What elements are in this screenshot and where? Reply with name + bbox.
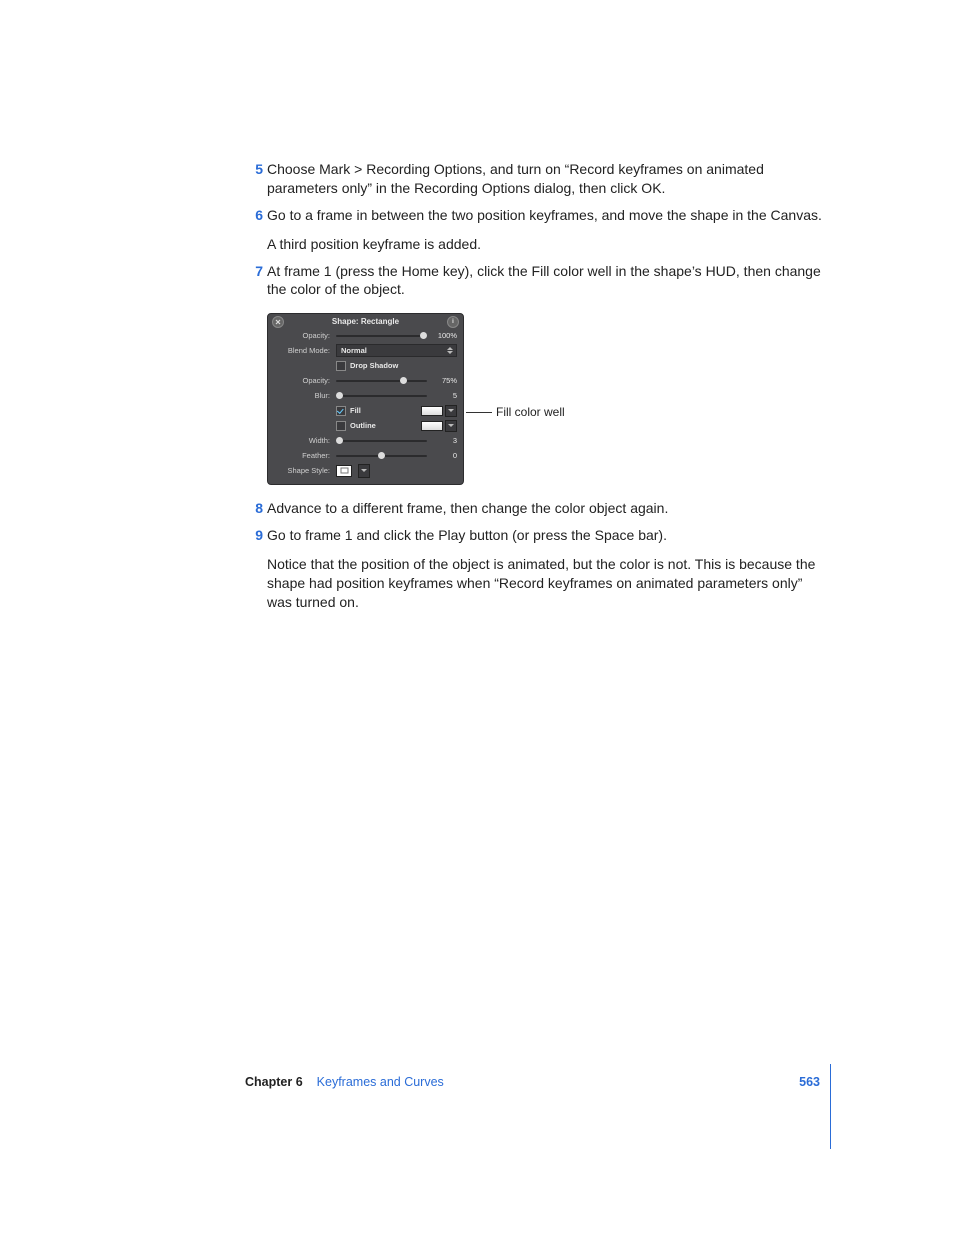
hud-panel: Shape: Rectangle i Opacity: 100% Blend M… [267, 313, 464, 485]
footer-page-number: 563 [799, 1075, 832, 1089]
opacity-value: 100% [431, 331, 457, 340]
footer-chapter: Chapter 6 [245, 1075, 303, 1089]
close-icon[interactable] [272, 316, 284, 328]
chevron-updown-icon [446, 345, 454, 356]
document-page: 5 Choose Mark > Recording Options, and t… [0, 0, 954, 1235]
label-blur: Blur: [274, 391, 336, 400]
feather-value: 0 [431, 451, 457, 460]
footer-title: Keyframes and Curves [317, 1075, 444, 1089]
step-text: Advance to a different frame, then chang… [267, 500, 668, 516]
row-opacity: Opacity: 100% [268, 328, 463, 343]
row-blend-mode: Blend Mode: Normal [268, 343, 463, 358]
info-icon[interactable]: i [447, 316, 459, 328]
shape-style-swatch[interactable] [336, 465, 352, 477]
step-text: Choose Mark > Recording Options, and tur… [267, 161, 764, 196]
width-value: 3 [431, 436, 457, 445]
step-number: 7 [245, 262, 263, 281]
step-item: 6 Go to a frame in between the two posit… [245, 206, 824, 254]
label-opacity: Opacity: [274, 331, 336, 340]
blend-mode-value: Normal [341, 346, 367, 355]
label-shape-style: Shape Style: [274, 466, 336, 475]
page-footer: Chapter 6 Keyframes and Curves 563 [0, 1075, 954, 1089]
row-fill: Fill [268, 403, 463, 418]
step-number: 5 [245, 160, 263, 179]
callout-text: Fill color well [496, 405, 565, 419]
outline-color-menu[interactable] [445, 420, 457, 432]
row-opacity-2: Opacity: 75% [268, 373, 463, 388]
step-item: 8 Advance to a different frame, then cha… [245, 499, 824, 518]
blur-value: 5 [431, 391, 457, 400]
label-opacity-2: Opacity: [274, 376, 336, 385]
shape-style-menu[interactable] [358, 464, 370, 478]
opacity2-slider[interactable] [336, 380, 427, 382]
label-feather: Feather: [274, 451, 336, 460]
step-item: 5 Choose Mark > Recording Options, and t… [245, 160, 824, 198]
step-subtext: Notice that the position of the object i… [267, 555, 824, 612]
fill-label: Fill [350, 406, 361, 415]
hud-header: Shape: Rectangle i [268, 314, 463, 328]
step-number: 6 [245, 206, 263, 225]
step-item: 7 At frame 1 (press the Home key), click… [245, 262, 824, 300]
fill-color-well[interactable] [421, 406, 443, 416]
blur-slider[interactable] [336, 395, 427, 397]
drop-shadow-label: Drop Shadow [350, 361, 398, 370]
callout-line [466, 412, 492, 413]
step-text: At frame 1 (press the Home key), click t… [267, 263, 821, 298]
outline-checkbox[interactable] [336, 421, 346, 431]
footer-rule [830, 1064, 831, 1149]
fill-checkbox[interactable] [336, 406, 346, 416]
step-number: 8 [245, 499, 263, 518]
row-outline: Outline [268, 418, 463, 433]
row-blur: Blur: 5 [268, 388, 463, 403]
row-width: Width: 3 [268, 433, 463, 448]
step-list-bottom: 8 Advance to a different frame, then cha… [245, 499, 824, 611]
outline-label: Outline [350, 421, 376, 430]
fill-color-menu[interactable] [445, 405, 457, 417]
row-drop-shadow: Drop Shadow [268, 358, 463, 373]
opacity-slider[interactable] [336, 335, 427, 337]
step-subtext: A third position keyframe is added. [267, 235, 824, 254]
feather-slider[interactable] [336, 455, 427, 457]
outline-color-well[interactable] [421, 421, 443, 431]
step-item: 9 Go to frame 1 and click the Play butto… [245, 526, 824, 612]
step-text: Go to frame 1 and click the Play button … [267, 527, 667, 543]
label-width: Width: [274, 436, 336, 445]
opacity2-value: 75% [431, 376, 457, 385]
drop-shadow-checkbox[interactable] [336, 361, 346, 371]
step-text: Go to a frame in between the two positio… [267, 207, 822, 223]
step-list-top: 5 Choose Mark > Recording Options, and t… [245, 160, 824, 299]
callout: Fill color well [466, 405, 565, 419]
row-feather: Feather: 0 [268, 448, 463, 463]
blend-mode-select[interactable]: Normal [336, 344, 457, 357]
hud-title: Shape: Rectangle [332, 317, 399, 326]
width-slider[interactable] [336, 440, 427, 442]
step-number: 9 [245, 526, 263, 545]
figure: Shape: Rectangle i Opacity: 100% Blend M… [267, 313, 824, 485]
row-shape-style: Shape Style: [268, 463, 463, 478]
label-blend: Blend Mode: [274, 346, 336, 355]
